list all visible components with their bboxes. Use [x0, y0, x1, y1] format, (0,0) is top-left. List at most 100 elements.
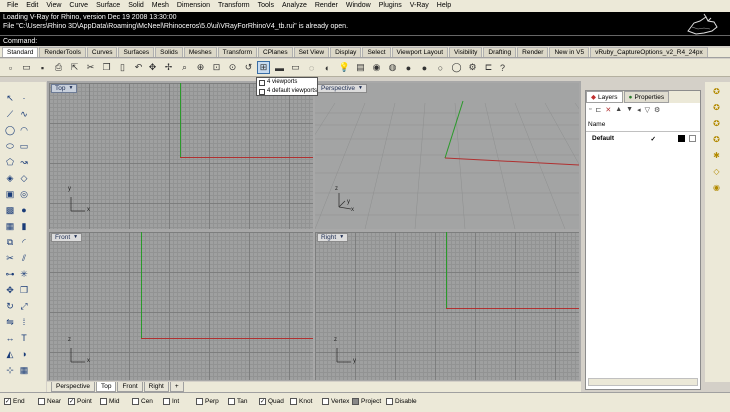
zoom-selected-icon[interactable]: ⊙ [226, 61, 239, 74]
rendered-sphere-icon[interactable]: ● [418, 61, 431, 74]
rectangle-icon[interactable]: ▭ [18, 140, 30, 152]
mirror-icon[interactable]: ⇋ [4, 316, 16, 328]
vray-options-icon[interactable]: ✪ [711, 86, 722, 97]
osnap-toggle-icon[interactable]: ⊹ [4, 364, 16, 376]
tab-viewport-layout[interactable]: Viewport Layout [391, 47, 449, 57]
grid-icon[interactable]: ▦ [18, 364, 30, 376]
extrude-icon[interactable]: ▣ [4, 188, 16, 200]
ellipse-icon[interactable]: ⬭ [4, 140, 16, 152]
osnap-perp[interactable]: Perp [196, 398, 219, 405]
new-sublayer-icon[interactable]: ⊏ [595, 106, 601, 114]
rotate-view-icon[interactable]: ✢ [162, 61, 175, 74]
surface-icon[interactable]: ◈ [4, 172, 16, 184]
menu-view[interactable]: View [42, 0, 65, 12]
undo-icon[interactable]: ↶ [132, 61, 145, 74]
viewport-label-top[interactable]: Top ▼ [51, 84, 78, 93]
fillet-icon[interactable]: ◜ [18, 236, 30, 248]
tab-layers[interactable]: ◆ Layers [586, 91, 623, 103]
layer-tools-icon[interactable]: ⚙ [654, 106, 660, 114]
tab-render[interactable]: Render [517, 47, 549, 57]
panel-horizontal-scrollbar[interactable] [588, 378, 698, 386]
split-icon[interactable]: ⫽ [18, 252, 30, 264]
menu-plugins[interactable]: Plugins [375, 0, 406, 12]
dimension-icon[interactable]: ↔ [4, 332, 16, 344]
tab-visibility[interactable]: Visibility [449, 47, 483, 57]
viewport-label-perspective[interactable]: Perspective ▼ [317, 84, 367, 93]
cut-icon[interactable]: ✂ [84, 61, 97, 74]
polygon-icon[interactable]: ⬠ [4, 156, 16, 168]
move-down-icon[interactable]: ▼ [626, 106, 633, 113]
ghosted-sphere-icon[interactable]: ○ [434, 61, 447, 74]
vray-render-icon[interactable]: ✪ [711, 118, 722, 129]
color-wheel-icon[interactable]: ◍ [386, 61, 399, 74]
viewport-perspective[interactable]: Perspective ▼ z y x [315, 83, 579, 229]
add-viewport-tab[interactable]: + [169, 382, 184, 392]
save-icon[interactable]: ▪ [36, 61, 49, 74]
zoom-window-icon[interactable]: ⊕ [194, 61, 207, 74]
render-sphere-icon[interactable]: ● [402, 61, 415, 74]
tab-perspective[interactable]: Perspective [51, 382, 95, 392]
viewport-right[interactable]: Right ▼ z y [315, 232, 579, 380]
osnap-knot[interactable]: Knot [290, 398, 312, 405]
osnap-project[interactable]: Project [352, 398, 381, 405]
point-icon[interactable]: · [18, 92, 30, 104]
tab-top[interactable]: Top [95, 382, 117, 392]
tab-surfaces[interactable]: Surfaces [118, 47, 155, 57]
select-arrow-icon[interactable]: ↖ [4, 92, 16, 104]
help-icon[interactable]: ? [496, 61, 509, 74]
array-icon[interactable]: ⁞ [18, 316, 30, 328]
menu-render[interactable]: Render [311, 0, 342, 12]
sphere-icon[interactable]: ● [18, 204, 30, 216]
undo-view-icon[interactable]: ↺ [242, 61, 255, 74]
tab-display[interactable]: Display [330, 47, 362, 57]
osnap-tan[interactable]: Tan [228, 398, 247, 405]
layer-color-swatch[interactable] [678, 135, 685, 142]
tab-curves[interactable]: Curves [86, 47, 118, 57]
viewport-label-right[interactable]: Right ▼ [317, 233, 349, 242]
tab-vruby-capture[interactable]: vRuby_CaptureOptions_v2_R4_24px [590, 47, 708, 57]
new-file-icon[interactable]: ▫ [4, 61, 17, 74]
mesh-icon[interactable]: ▦ [4, 220, 16, 232]
copy-object-icon[interactable]: ❐ [18, 284, 30, 296]
delete-layer-icon[interactable]: ✕ [605, 106, 611, 114]
scale-icon[interactable]: ⤢ [18, 300, 30, 312]
move-icon[interactable]: ✥ [4, 284, 16, 296]
print-icon[interactable]: ⎙ [52, 61, 65, 74]
boolean-icon[interactable]: ⧉ [4, 236, 16, 248]
tab-cplanes[interactable]: CPlanes [258, 47, 293, 57]
menu-vray[interactable]: V-Ray [406, 0, 433, 12]
analyze-icon[interactable]: ◭ [4, 348, 16, 360]
vray-tag-icon[interactable]: ◇ [711, 166, 722, 177]
osnap-icon[interactable]: ◌ [305, 61, 318, 74]
zoom-extents-icon[interactable]: ⊡ [210, 61, 223, 74]
shade-icon[interactable]: ◐ [321, 61, 334, 74]
move-up-icon[interactable]: ▲ [615, 106, 622, 113]
copy-icon[interactable]: ❐ [100, 61, 113, 74]
menu-window[interactable]: Window [342, 0, 375, 12]
tab-set-view[interactable]: Set View [293, 47, 330, 57]
rotate-icon[interactable]: ↻ [4, 300, 16, 312]
menu-help[interactable]: Help [433, 0, 455, 12]
vray-sun-icon[interactable]: ✱ [711, 150, 722, 161]
viewport-top[interactable]: Top ▼ y x [49, 83, 313, 229]
menu-curve[interactable]: Curve [65, 0, 92, 12]
move-left-icon[interactable]: ◂ [637, 106, 641, 114]
filter-icon[interactable]: ▽ [645, 106, 650, 114]
viewport-front[interactable]: Front ▼ z x [49, 232, 313, 380]
box-icon[interactable]: ▩ [4, 204, 16, 216]
tab-new-in-v5[interactable]: New in V5 [549, 47, 590, 57]
menu-dimension[interactable]: Dimension [173, 0, 214, 12]
cplane-icon[interactable]: ▬ [273, 61, 286, 74]
trim-icon[interactable]: ✂ [4, 252, 16, 264]
osnap-end[interactable]: ✓ End [4, 398, 25, 405]
menu-file[interactable]: File [3, 0, 22, 12]
layer-icon[interactable]: ▤ [354, 61, 367, 74]
osnap-mid[interactable]: Mid [100, 398, 119, 405]
tab-solids[interactable]: Solids [155, 47, 183, 57]
tab-select[interactable]: Select [362, 47, 391, 57]
vray-lights-icon[interactable]: ✪ [711, 134, 722, 145]
zoom-icon[interactable]: ⌕ [178, 61, 191, 74]
cylinder-icon[interactable]: ▮ [18, 220, 30, 232]
tab-standard[interactable]: Standard [2, 47, 39, 57]
grid-snap-icon[interactable]: ▭ [289, 61, 302, 74]
